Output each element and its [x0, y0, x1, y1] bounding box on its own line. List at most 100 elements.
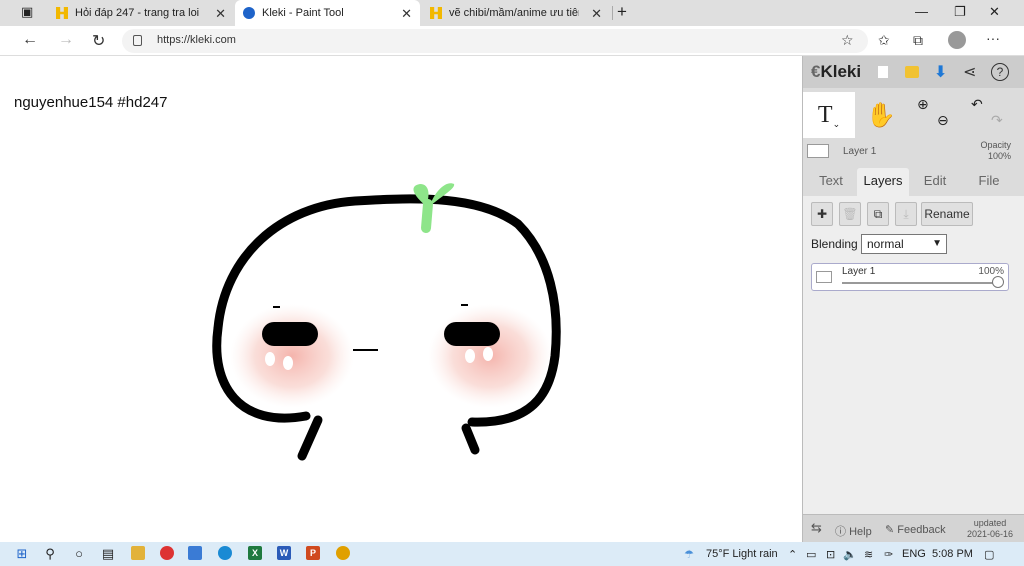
tab-layers[interactable]: Layers	[857, 168, 909, 196]
layers-panel: ✚ 🗑 ⧉ ⤓ Rename Blending normal ▼ Layer 1…	[803, 196, 1024, 514]
close-tab-icon[interactable]: ✕	[215, 6, 226, 22]
weather-icon[interactable]: ☂	[684, 548, 694, 561]
add-layer-button[interactable]: ✚	[811, 202, 833, 226]
rename-button[interactable]: Rename	[921, 202, 973, 226]
language-indicator[interactable]: ENG	[902, 548, 926, 560]
collections-icon[interactable]: ⧉	[913, 32, 923, 49]
back-arrow-icon[interactable]: ←	[22, 31, 38, 49]
redo-icon[interactable]: ↷	[991, 112, 1003, 129]
word-icon[interactable]: W	[277, 546, 291, 560]
tab-text[interactable]: Text	[807, 168, 855, 196]
layer-thumbnail	[816, 271, 832, 283]
layer-name: Layer 1	[842, 266, 876, 277]
updated-info: updated 2021-06-16	[966, 518, 1013, 539]
current-layer-info: Layer 1 Opacity 100%	[803, 140, 1024, 164]
drawing-canvas[interactable]: nguyenhue154 #hd247	[10, 56, 802, 542]
refresh-icon[interactable]: ↻	[92, 31, 105, 51]
address-bar: ← → ↻ https://kleki.com ☆ ✩ ⧉ ···	[0, 26, 1024, 56]
app-monitor-icon[interactable]	[188, 546, 202, 560]
battery-icon[interactable]: ▭	[806, 548, 816, 561]
layer-opacity-handle[interactable]	[992, 276, 1004, 288]
merge-layer-button[interactable]: ⤓	[895, 202, 917, 226]
close-tab-icon[interactable]: ✕	[401, 6, 412, 22]
network-icon[interactable]: ⊡	[826, 548, 835, 561]
kleki-panel: €Kleki ⬇ ⋖ ? T ⌄ ✋ ⊕ ⊖ ↶ ↷ Layer 1 Opacit…	[802, 56, 1024, 542]
start-icon[interactable]: ⊞	[14, 546, 30, 562]
feedback-link[interactable]: ✎ Feedback	[885, 523, 946, 536]
show-hidden-icons[interactable]: ⌃	[788, 548, 797, 561]
blending-value: normal	[867, 237, 904, 251]
duplicate-layer-button[interactable]: ⧉	[867, 202, 889, 226]
right-eye	[444, 322, 500, 346]
share-icon[interactable]: ⋖	[963, 62, 976, 82]
zoom-out-icon[interactable]: ⊖	[937, 112, 949, 129]
current-layer-name: Layer 1	[843, 146, 877, 157]
close-window-icon[interactable]: ✕	[989, 4, 1000, 20]
edge-icon[interactable]	[218, 546, 232, 560]
url-field[interactable]: https://kleki.com	[122, 29, 868, 53]
file-explorer-icon[interactable]	[131, 546, 145, 560]
weather-text[interactable]: 75°F Light rain	[706, 548, 778, 560]
hand-tool-button[interactable]: ✋	[855, 92, 907, 138]
left-eye-shine-2	[283, 356, 293, 370]
right-eye-shine-2	[483, 347, 493, 361]
favorite-add-icon[interactable]: ☆	[841, 32, 854, 49]
favorites-icon[interactable]: ✩	[878, 32, 890, 49]
delete-layer-button[interactable]: 🗑	[839, 202, 861, 226]
layer-opacity: 100%	[978, 266, 1004, 277]
wifi-icon[interactable]: ≋	[864, 548, 873, 561]
download-icon[interactable]: ⬇	[934, 62, 947, 82]
volume-icon[interactable]: 🔈	[843, 548, 857, 561]
widgets-icon[interactable]: ▤	[100, 546, 116, 562]
right-eye-shine-1	[465, 349, 475, 363]
zoom-in-icon[interactable]: ⊕	[917, 96, 929, 113]
search-icon[interactable]: ⚲	[42, 546, 58, 562]
tab-title: Hỏi đáp 247 - trang tra loi	[75, 7, 200, 19]
help-link[interactable]: ⓘ Help	[835, 523, 872, 539]
open-folder-icon[interactable]	[905, 66, 919, 78]
tab-title: Kleki - Paint Tool	[262, 7, 344, 19]
undo-redo-buttons[interactable]: ↶ ↷	[963, 92, 1015, 138]
forward-arrow-icon[interactable]: →	[58, 31, 74, 49]
new-image-icon[interactable]	[877, 65, 889, 79]
new-tab-icon[interactable]: +	[617, 2, 627, 22]
blending-select[interactable]: normal ▼	[861, 234, 947, 254]
kleki-logo: €Kleki	[811, 62, 862, 81]
tab-actions-icon[interactable]: ▣	[21, 4, 33, 20]
tab-vechibi[interactable]: vẽ chibi/mầm/anime ưu tiên app ✕	[430, 0, 610, 26]
layer-thumbnail	[807, 144, 829, 158]
excel-icon[interactable]: X	[248, 546, 262, 560]
tab-kleki[interactable]: Kleki - Paint Tool ✕	[235, 0, 420, 26]
chrome-icon[interactable]	[336, 546, 350, 560]
layer-list-item[interactable]: Layer 1 100%	[811, 263, 1009, 291]
profile-avatar[interactable]	[948, 31, 966, 49]
help-icon[interactable]: ?	[991, 63, 1009, 81]
zoom-buttons[interactable]: ⊕ ⊖	[909, 92, 961, 138]
tab-separator	[612, 6, 613, 20]
more-menu-icon[interactable]: ···	[986, 30, 1000, 46]
app-red-icon[interactable]	[160, 546, 174, 560]
tab-file[interactable]: File	[963, 168, 1015, 196]
chibi-drawing	[212, 183, 561, 461]
undo-icon[interactable]: ↶	[971, 96, 983, 113]
pen-icon[interactable]: ✑	[884, 548, 893, 561]
taskbar: ⊞ ⚲ ○ ▤ X W P ☂ 75°F Light rain ⌃ ▭ ⊡ 🔈 …	[0, 542, 1024, 566]
restore-icon[interactable]: ❐	[954, 4, 966, 20]
close-tab-icon[interactable]: ✕	[591, 6, 602, 22]
task-view-icon[interactable]: ○	[71, 546, 87, 562]
clock[interactable]: 5:08 PM	[932, 548, 973, 560]
layer-opacity-slider[interactable]	[842, 282, 998, 284]
text-tool-button[interactable]: T ⌄	[803, 92, 855, 138]
kleki-header: €Kleki ⬇ ⋖ ?	[803, 56, 1024, 88]
left-eye-shine-1	[265, 352, 275, 366]
tab-edit[interactable]: Edit	[911, 168, 959, 196]
left-eye	[262, 322, 318, 346]
swap-side-icon[interactable]: ⇆	[811, 520, 822, 536]
tab-hoidap[interactable]: Hỏi đáp 247 - trang tra loi ✕	[56, 0, 234, 26]
opacity-readout: Opacity 100%	[980, 140, 1011, 161]
powerpoint-icon[interactable]: P	[306, 546, 320, 560]
minimize-icon[interactable]: —	[915, 4, 928, 19]
blending-label: Blending	[811, 237, 858, 251]
kleki-favicon-icon	[243, 7, 255, 19]
notifications-icon[interactable]: ▢	[984, 548, 994, 561]
